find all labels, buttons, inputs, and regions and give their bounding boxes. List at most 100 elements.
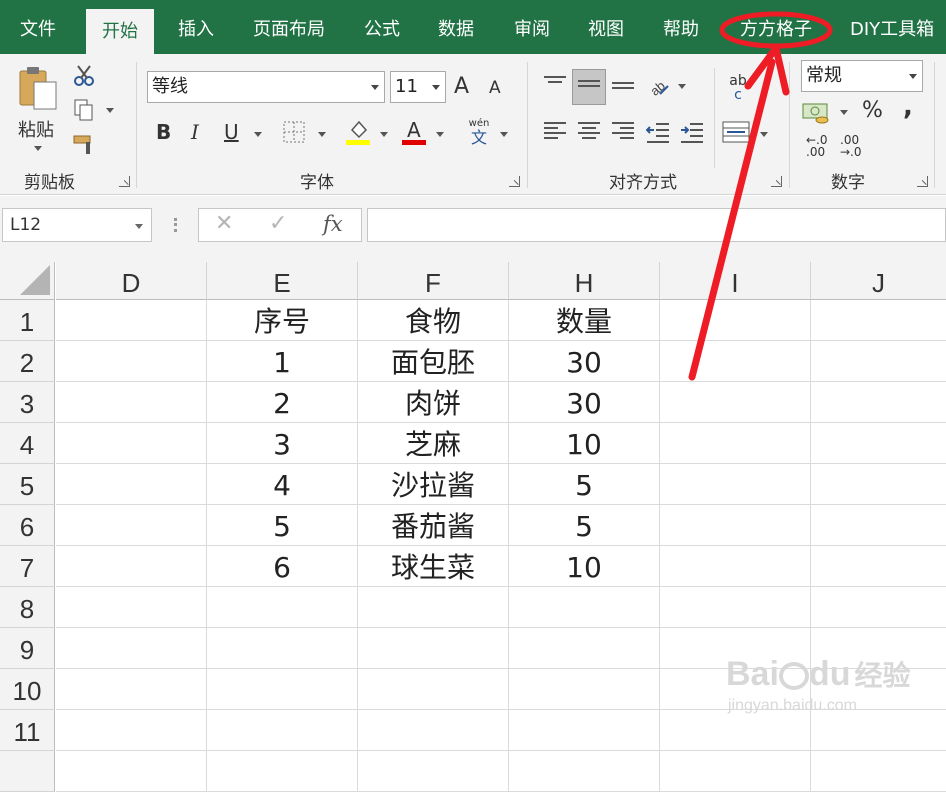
row-header-4[interactable]: 4 (0, 423, 55, 464)
row-header-10[interactable]: 10 (0, 669, 55, 710)
column-header-e[interactable]: E (207, 262, 358, 300)
accounting-format-icon[interactable] (802, 100, 832, 124)
border-icon[interactable] (283, 121, 305, 143)
data-cell[interactable]: 30 (509, 341, 660, 382)
empty-cell[interactable] (660, 341, 811, 382)
merge-dropdown-icon[interactable] (760, 132, 768, 137)
fill-color-dropdown-icon[interactable] (380, 132, 388, 137)
row-header-8[interactable]: 8 (0, 587, 55, 628)
data-cell[interactable]: 面包胚 (358, 341, 509, 382)
row-header-3[interactable]: 3 (0, 382, 55, 423)
empty-cell[interactable] (509, 710, 660, 751)
column-header-d[interactable]: D (56, 262, 207, 300)
font-color-dropdown-icon[interactable] (436, 132, 444, 137)
bold-button[interactable]: B (156, 122, 171, 142)
empty-cell[interactable] (207, 669, 358, 710)
underline-button[interactable]: U (224, 122, 239, 142)
column-header-f[interactable]: F (358, 262, 509, 300)
data-cell[interactable]: 番茄酱 (358, 505, 509, 546)
font-size-select[interactable]: 11 (390, 71, 446, 103)
increase-decimal-button[interactable]: ←.0 .00 (806, 134, 828, 158)
italic-button[interactable]: I (191, 122, 199, 142)
decrease-decimal-button[interactable]: .00 →.0 (840, 134, 862, 158)
tab-diy-toolbox[interactable]: DIY工具箱 (850, 0, 934, 54)
align-left-icon[interactable] (544, 122, 566, 140)
empty-cell[interactable] (509, 669, 660, 710)
tab-view[interactable]: 视图 (588, 0, 624, 54)
top-align-icon[interactable] (544, 76, 566, 94)
empty-cell[interactable] (509, 587, 660, 628)
empty-cell[interactable] (811, 464, 946, 505)
empty-cell[interactable] (660, 505, 811, 546)
tab-file[interactable]: 文件 (20, 0, 56, 54)
format-painter-icon[interactable] (72, 132, 98, 156)
tab-review[interactable]: 审阅 (514, 0, 550, 54)
orientation-dropdown-icon[interactable] (678, 84, 686, 89)
tab-help[interactable]: 帮助 (663, 0, 699, 54)
empty-cell[interactable] (811, 710, 946, 751)
row-header-9[interactable]: 9 (0, 628, 55, 669)
header-cell[interactable]: 食物 (358, 300, 509, 341)
merge-center-icon[interactable] (722, 121, 750, 143)
orientation-icon[interactable]: ab (646, 74, 670, 98)
tab-data[interactable]: 数据 (438, 0, 474, 54)
empty-cell[interactable] (811, 341, 946, 382)
empty-cell[interactable] (207, 587, 358, 628)
empty-cell[interactable] (660, 382, 811, 423)
data-cell[interactable]: 10 (509, 423, 660, 464)
empty-cell[interactable] (660, 423, 811, 464)
bottom-align-icon[interactable] (612, 82, 634, 100)
empty-cell[interactable] (660, 464, 811, 505)
data-cell[interactable]: 沙拉酱 (358, 464, 509, 505)
underline-dropdown-icon[interactable] (254, 132, 262, 137)
cancel-icon[interactable]: ✕ (215, 211, 233, 236)
align-right-icon[interactable] (612, 122, 634, 140)
copy-dropdown-icon[interactable] (106, 108, 114, 113)
data-cell[interactable]: 6 (207, 546, 358, 587)
copy-icon[interactable] (72, 98, 96, 122)
empty-cell[interactable] (811, 423, 946, 464)
name-box[interactable]: L12 (2, 208, 152, 242)
data-cell[interactable]: 3 (207, 423, 358, 464)
empty-cell[interactable] (56, 669, 207, 710)
data-cell[interactable]: 5 (509, 464, 660, 505)
row-header-7[interactable]: 7 (0, 546, 55, 587)
data-cell[interactable]: 4 (207, 464, 358, 505)
empty-cell[interactable] (811, 505, 946, 546)
comma-style-button[interactable]: , (903, 94, 913, 120)
row-header-partial[interactable] (0, 751, 55, 792)
data-cell[interactable]: 5 (207, 505, 358, 546)
number-launcher-icon[interactable] (917, 176, 928, 187)
empty-cell[interactable] (811, 300, 946, 341)
empty-cell[interactable] (660, 751, 811, 792)
clipboard-launcher-icon[interactable] (119, 176, 130, 187)
empty-cell[interactable] (56, 546, 207, 587)
phonetic-button[interactable]: wén 文 (464, 118, 494, 148)
empty-cell[interactable] (358, 628, 509, 669)
empty-cell[interactable] (56, 505, 207, 546)
empty-cell[interactable] (811, 587, 946, 628)
empty-cell[interactable] (811, 382, 946, 423)
row-header-1[interactable]: 1 (0, 300, 55, 341)
empty-cell[interactable] (811, 751, 946, 792)
column-header-j[interactable]: J (811, 262, 946, 300)
empty-cell[interactable] (509, 751, 660, 792)
phonetic-dropdown-icon[interactable] (500, 132, 508, 137)
tab-fangfanggezi[interactable]: 方方格子 (740, 0, 812, 54)
column-header-i[interactable]: I (660, 262, 811, 300)
enter-icon[interactable]: ✓ (269, 211, 287, 236)
empty-cell[interactable] (811, 546, 946, 587)
empty-cell[interactable] (358, 751, 509, 792)
empty-cell[interactable] (660, 300, 811, 341)
grow-font-button[interactable]: A (454, 76, 469, 98)
empty-cell[interactable] (509, 628, 660, 669)
tab-page-layout[interactable]: 页面布局 (253, 0, 325, 54)
empty-cell[interactable] (56, 423, 207, 464)
shrink-font-button[interactable]: A (489, 80, 501, 97)
empty-cell[interactable] (358, 710, 509, 751)
paste-button[interactable]: 粘贴 (14, 64, 64, 160)
select-all-button[interactable] (0, 262, 55, 300)
data-cell[interactable]: 肉饼 (358, 382, 509, 423)
empty-cell[interactable] (56, 341, 207, 382)
wrap-text-button[interactable]: ab c (724, 74, 752, 104)
